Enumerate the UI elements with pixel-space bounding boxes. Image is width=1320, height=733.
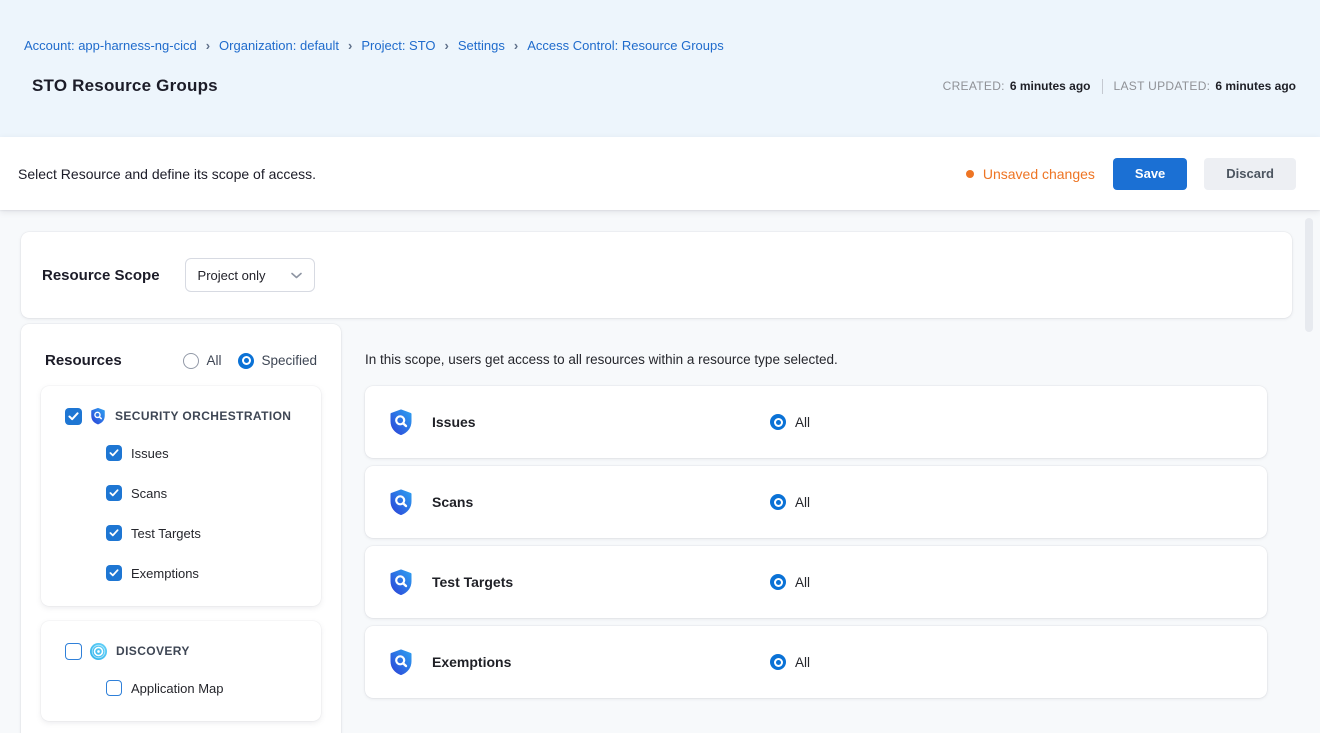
access-label: All	[795, 495, 810, 510]
chevron-right-icon: ›	[348, 39, 352, 52]
resource-item-application-map[interactable]: Application Map	[65, 668, 309, 708]
group-header-row[interactable]: DISCOVERY	[65, 638, 309, 664]
action-toolbar: Select Resource and define its scope of …	[0, 137, 1320, 210]
resource-item-test-targets[interactable]: Test Targets	[65, 513, 309, 553]
radio-off-icon[interactable]	[183, 353, 199, 369]
page-header: Account: app-harness-ng-cicd › Organizat…	[0, 0, 1320, 137]
resource-item-exemptions[interactable]: Exemptions	[65, 553, 309, 593]
breadcrumb-link-settings[interactable]: Settings	[458, 38, 505, 53]
chevron-right-icon: ›	[514, 39, 518, 52]
resources-filter-radios: All Specified	[183, 353, 317, 369]
unsaved-dot-icon	[966, 170, 974, 178]
radio-all[interactable]: All	[183, 353, 221, 369]
radio-specified-label: Specified	[261, 353, 317, 368]
checkbox-checked[interactable]	[65, 408, 82, 425]
check-icon	[109, 569, 119, 577]
radio-on-icon[interactable]	[238, 353, 254, 369]
timestamps: CREATED: 6 minutes ago LAST UPDATED: 6 m…	[943, 79, 1296, 94]
sto-shield-icon	[387, 568, 415, 596]
resource-group-discovery: DISCOVERY Application Map	[41, 621, 321, 721]
checkbox-unchecked[interactable]	[65, 643, 82, 660]
check-icon	[109, 449, 119, 457]
save-button[interactable]: Save	[1113, 158, 1187, 190]
checkbox-checked[interactable]	[106, 485, 122, 501]
radio-specified[interactable]: Specified	[238, 353, 317, 369]
check-icon	[109, 529, 119, 537]
chevron-down-icon	[291, 272, 302, 279]
access-radio-all[interactable]: All	[770, 494, 810, 510]
access-radio-all[interactable]: All	[770, 654, 810, 670]
resource-row-issues: Issues All	[365, 386, 1267, 458]
item-label: Scans	[131, 486, 167, 501]
item-label: Test Targets	[131, 526, 201, 541]
row-label: Exemptions	[432, 654, 770, 670]
radio-on-icon[interactable]	[770, 574, 786, 590]
resource-scope-value: Project only	[198, 268, 291, 283]
radio-on-icon[interactable]	[770, 654, 786, 670]
resource-group-security-orchestration: SECURITY ORCHESTRATION Issues Scans	[41, 386, 321, 606]
checkbox-checked[interactable]	[106, 525, 122, 541]
sto-shield-icon	[387, 488, 415, 516]
discard-button[interactable]: Discard	[1204, 158, 1296, 190]
sto-shield-icon	[89, 407, 107, 425]
radio-all-label: All	[206, 353, 221, 368]
sto-shield-icon	[387, 648, 415, 676]
resource-scope-card: Resource Scope Project only	[21, 232, 1292, 318]
resource-row-exemptions: Exemptions All	[365, 626, 1267, 698]
breadcrumb-link-access-control[interactable]: Access Control: Resource Groups	[527, 38, 724, 53]
resource-row-test-targets: Test Targets All	[365, 546, 1267, 618]
radio-on-icon[interactable]	[770, 414, 786, 430]
breadcrumb-link-organization[interactable]: Organization: default	[219, 38, 339, 53]
group-label: DISCOVERY	[116, 644, 190, 658]
row-label: Test Targets	[432, 574, 770, 590]
chevron-right-icon: ›	[445, 39, 449, 52]
row-label: Scans	[432, 494, 770, 510]
access-label: All	[795, 415, 810, 430]
scrollbar-thumb[interactable]	[1305, 218, 1313, 332]
created-value: 6 minutes ago	[1010, 79, 1091, 93]
radio-on-icon[interactable]	[770, 494, 786, 510]
scope-helper-text: In this scope, users get access to all r…	[365, 352, 1267, 367]
row-label: Issues	[432, 414, 770, 430]
resources-title: Resources	[45, 352, 122, 369]
access-label: All	[795, 575, 810, 590]
divider	[1102, 79, 1103, 94]
breadcrumb: Account: app-harness-ng-cicd › Organizat…	[0, 0, 1320, 53]
chevron-right-icon: ›	[206, 39, 210, 52]
main-content: Resource Scope Project only Resources Al…	[0, 210, 1320, 733]
unsaved-changes-label: Unsaved changes	[983, 166, 1095, 182]
breadcrumb-link-project[interactable]: Project: STO	[361, 38, 435, 53]
checkbox-checked[interactable]	[106, 445, 122, 461]
scope-rows-area: In this scope, users get access to all r…	[365, 324, 1267, 706]
page-title: STO Resource Groups	[32, 76, 218, 96]
sto-shield-icon	[387, 408, 415, 436]
access-label: All	[795, 655, 810, 670]
checkbox-unchecked[interactable]	[106, 680, 122, 696]
resource-item-issues[interactable]: Issues	[65, 433, 309, 473]
check-icon	[68, 412, 79, 421]
group-header-row[interactable]: SECURITY ORCHESTRATION	[65, 403, 309, 429]
item-label: Exemptions	[131, 566, 199, 581]
item-label: Issues	[131, 446, 169, 461]
toolbar-description: Select Resource and define its scope of …	[18, 166, 316, 182]
group-label: SECURITY ORCHESTRATION	[115, 409, 291, 423]
check-icon	[109, 489, 119, 497]
breadcrumb-link-account[interactable]: Account: app-harness-ng-cicd	[24, 38, 197, 53]
resources-panel: Resources All Specified	[21, 324, 341, 733]
last-updated-value: 6 minutes ago	[1215, 79, 1296, 93]
unsaved-changes-badge: Unsaved changes	[966, 166, 1095, 182]
checkbox-checked[interactable]	[106, 565, 122, 581]
last-updated-label: LAST UPDATED:	[1114, 79, 1211, 93]
resource-scope-select[interactable]: Project only	[185, 258, 315, 292]
resource-row-scans: Scans All	[365, 466, 1267, 538]
access-radio-all[interactable]: All	[770, 574, 810, 590]
created-label: CREATED:	[943, 79, 1005, 93]
access-radio-all[interactable]: All	[770, 414, 810, 430]
resource-item-scans[interactable]: Scans	[65, 473, 309, 513]
discovery-icon	[89, 642, 108, 661]
resource-scope-label: Resource Scope	[42, 267, 160, 284]
item-label: Application Map	[131, 681, 224, 696]
